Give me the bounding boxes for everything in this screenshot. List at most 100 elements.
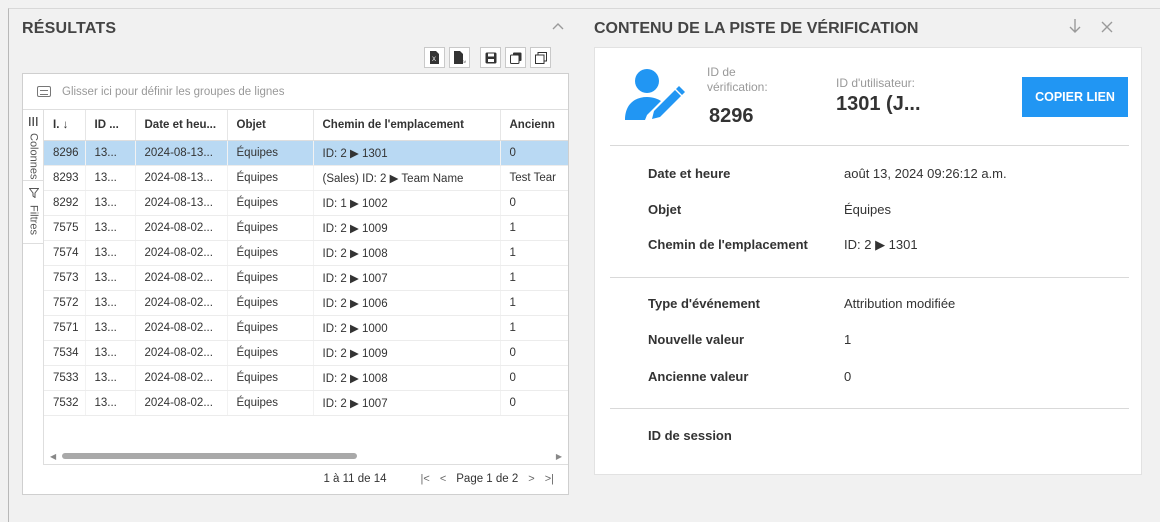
export-excel-button[interactable]: X <box>424 47 445 68</box>
table-cell: 7532 <box>44 390 86 416</box>
side-tabs: Colonnes Filtres <box>23 110 44 465</box>
table-cell: 13... <box>85 165 136 191</box>
scroll-left-icon[interactable]: ◀ <box>50 452 56 461</box>
table-cell: ID: 2 ▶ 1008 <box>313 365 501 391</box>
table-cell: 2024-08-02... <box>135 390 228 416</box>
restore-window-button[interactable] <box>530 47 551 68</box>
tab-columns[interactable]: Colonnes <box>23 110 44 181</box>
table-row[interactable]: 7571 13... 2024-08-02... Équipes ID: 2 ▶ 100… <box>44 315 568 341</box>
first-page-icon[interactable]: |< <box>421 473 430 485</box>
arrow-down-icon[interactable] <box>1068 18 1082 39</box>
table-cell: 7572 <box>44 290 86 316</box>
table-row[interactable]: 7534 13... 2024-08-02... Équipes ID: 2 ▶ 100… <box>44 340 568 366</box>
table-cell: 1 <box>500 290 568 316</box>
table-cell: 7534 <box>44 340 86 366</box>
table-row[interactable]: 7575 13... 2024-08-02... Équipes ID: 2 ▶ 100… <box>44 215 568 241</box>
field-label-datetime: Date et heure <box>648 166 731 181</box>
table-cell: ID: 2 ▶ 1000 <box>313 315 501 341</box>
column-header[interactable]: ID ... <box>85 110 136 141</box>
table-row[interactable]: 7573 13... 2024-08-02... Équipes ID: 2 ▶ 100… <box>44 265 568 291</box>
table-cell: 13... <box>85 290 136 316</box>
scrollbar-thumb[interactable] <box>62 453 357 459</box>
column-header[interactable]: Objet <box>227 110 314 141</box>
table-cell: ID: 2 ▶ 1009 <box>313 340 501 366</box>
table-cell: 8296 <box>44 140 86 166</box>
table-cell: 13... <box>85 140 136 166</box>
table-cell: 13... <box>85 265 136 291</box>
previous-page-icon[interactable]: < <box>440 473 446 485</box>
table-row[interactable]: 7532 13... 2024-08-02... Équipes ID: 2 ▶ 100… <box>44 390 568 416</box>
table-cell: 2024-08-13... <box>135 165 228 191</box>
chevron-up-icon[interactable] <box>550 20 566 36</box>
table-row[interactable]: 8293 13... 2024-08-13... Équipes (Sales) ID:… <box>44 165 568 191</box>
table-cell: 13... <box>85 365 136 391</box>
table-cell: Équipes <box>227 165 314 191</box>
field-value-old-value: 0 <box>844 369 852 384</box>
results-title: RÉSULTATS <box>22 20 117 37</box>
table-cell: 1 <box>500 315 568 341</box>
table-cell: ID: 2 ▶ 1007 <box>313 265 501 291</box>
row-group-dropzone[interactable]: Glisser ici pour définir les groupes de … <box>23 74 568 110</box>
svg-text:X: X <box>432 57 436 63</box>
export-csv-button[interactable]: CSV <box>449 47 470 68</box>
tab-filters[interactable]: Filtres <box>23 181 44 244</box>
table-row[interactable]: 8292 13... 2024-08-13... Équipes ID: 1 ▶ 100… <box>44 190 568 216</box>
table-cell: Équipes <box>227 390 314 416</box>
table-cell: Équipes <box>227 365 314 391</box>
field-label-new-value: Nouvelle valeur <box>648 332 745 347</box>
user-id-value: 1301 (J... <box>836 93 921 115</box>
table-cell: 0 <box>500 190 568 216</box>
user-edit-icon <box>625 68 685 123</box>
export-toolbar: X CSV <box>424 47 551 69</box>
table-cell: 0 <box>500 140 568 166</box>
user-id-label: ID d'utilisateur: <box>836 76 915 90</box>
verification-id-label: ID de vérification: <box>707 65 768 94</box>
results-table: I. ↓ ID ... Date et heu... Objet Chemin … <box>44 110 568 416</box>
copy-button[interactable] <box>505 47 526 68</box>
next-page-icon[interactable]: > <box>528 473 534 485</box>
table-cell: Équipes <box>227 290 314 316</box>
scroll-right-icon[interactable]: ▶ <box>556 452 562 461</box>
table-cell: 2024-08-13... <box>135 140 228 166</box>
table-cell: 2024-08-13... <box>135 190 228 216</box>
table-cell: 2024-08-02... <box>135 290 228 316</box>
table-cell: 2024-08-02... <box>135 365 228 391</box>
table-cell: Équipes <box>227 190 314 216</box>
table-row[interactable]: 7533 13... 2024-08-02... Équipes ID: 2 ▶ 100… <box>44 365 568 391</box>
table-cell: ID: 2 ▶ 1006 <box>313 290 501 316</box>
column-header[interactable]: I. ↓ <box>44 110 86 141</box>
copy-icon <box>509 52 521 64</box>
table-cell: 7573 <box>44 265 86 291</box>
restore-icon <box>534 51 547 64</box>
verification-id-value: 8296 <box>709 105 754 127</box>
table-cell: Test Tear <box>500 165 568 191</box>
column-header[interactable]: Chemin de l'emplacement <box>313 110 501 141</box>
tab-columns-label: Colonnes <box>27 133 40 180</box>
audit-detail-card: ID de vérification: 8296 ID d'utilisateu… <box>594 47 1142 475</box>
last-page-icon[interactable]: >| <box>545 473 554 485</box>
table-cell: 0 <box>500 390 568 416</box>
table-cell: Équipes <box>227 265 314 291</box>
close-icon[interactable] <box>1100 18 1114 39</box>
table-cell: ID: 2 ▶ 1008 <box>313 240 501 266</box>
field-value-new-value: 1 <box>844 332 852 347</box>
divider <box>610 408 1129 409</box>
excel-file-icon: X <box>430 51 439 64</box>
table-row[interactable]: 7574 13... 2024-08-02... Équipes ID: 2 ▶ 100… <box>44 240 568 266</box>
field-value-object: Équipes <box>844 202 891 217</box>
table-cell: Équipes <box>227 240 314 266</box>
table-cell: 2024-08-02... <box>135 215 228 241</box>
save-button[interactable] <box>480 47 501 68</box>
table-cell: Équipes <box>227 340 314 366</box>
group-icon <box>37 86 51 97</box>
csv-file-icon: CSV <box>454 51 466 64</box>
copy-link-button[interactable]: COPIER LIEN <box>1022 77 1128 117</box>
field-label-session-id: ID de session <box>648 428 732 443</box>
table-row[interactable]: 7572 13... 2024-08-02... Équipes ID: 2 ▶ 100… <box>44 290 568 316</box>
table-cell: ID: 2 ▶ 1009 <box>313 215 501 241</box>
table-row[interactable]: 8296 13... 2024-08-13... Équipes ID: 2 ▶ 130… <box>44 140 568 166</box>
column-header[interactable]: Ancienn <box>500 110 568 141</box>
column-header[interactable]: Date et heu... <box>135 110 228 141</box>
filter-icon <box>27 188 40 201</box>
horizontal-scrollbar[interactable]: ◀ ▶ <box>44 430 568 465</box>
